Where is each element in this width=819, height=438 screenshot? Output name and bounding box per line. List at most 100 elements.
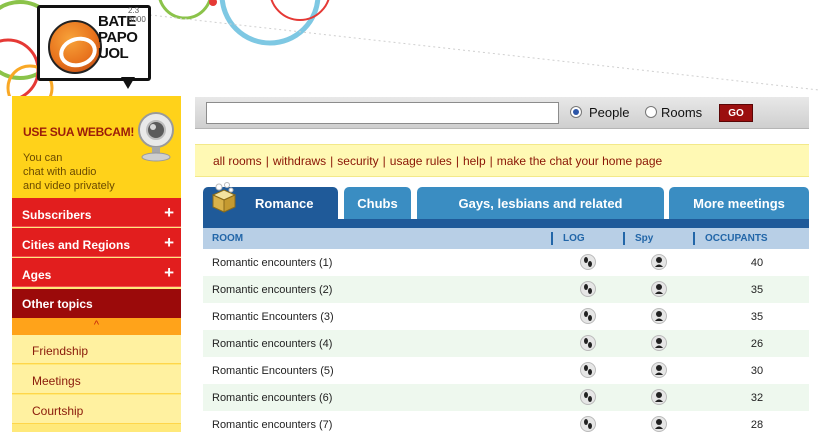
link-security[interactable]: security (337, 154, 378, 168)
spy-icon[interactable] (651, 281, 667, 297)
room-name[interactable]: Romantic encounters (2) (212, 284, 332, 296)
sidebar: USE SUA WEBCAM! You can chat with audio … (12, 96, 181, 432)
spy-icon[interactable] (651, 389, 667, 405)
table-row[interactable]: Romantic Encounters (3) 35 (203, 303, 809, 330)
tab-romance[interactable]: Romance (203, 182, 338, 220)
logo-box: BATE PAPO UOL 2.3 3000 (37, 5, 151, 81)
rooms-table-header: ROOM LOG Spy OCCUPANTS (203, 228, 809, 249)
sidebar-subitem-label: Friendship (32, 344, 89, 358)
spy-icon[interactable] (651, 335, 667, 351)
separator: | (489, 154, 493, 168)
room-name[interactable]: Romantic Encounters (3) (212, 311, 334, 323)
column-header-occupants: OCCUPANTS (705, 233, 768, 244)
sidebar-item-label: Cities and Regions (22, 238, 131, 252)
table-row[interactable]: Romantic encounters (7) 28 (203, 411, 809, 438)
occupants-count: 28 (750, 419, 764, 431)
room-name[interactable]: Romantic encounters (1) (212, 257, 332, 269)
table-row[interactable]: Romantic encounters (1) 40 (203, 249, 809, 276)
tab-label: Chubs (357, 196, 398, 211)
table-row[interactable]: Romantic encounters (2) 35 (203, 276, 809, 303)
collapse-arrow-icon[interactable]: ^ (12, 318, 181, 335)
tab-more-meetings[interactable]: More meetings (669, 187, 809, 220)
online-count: 2.3 3000 (128, 6, 146, 24)
room-name[interactable]: Romantic encounters (6) (212, 392, 332, 404)
sidebar-subitem-meetings[interactable]: Meetings (12, 365, 181, 394)
site-header: BATE PAPO UOL 2.3 3000 (0, 0, 819, 96)
sidebar-item-label: Subscribers (22, 208, 92, 222)
footprints-icon[interactable] (580, 389, 596, 405)
go-button[interactable]: GO (719, 104, 753, 122)
footprints-icon[interactable] (580, 281, 596, 297)
tab-label: Romance (255, 196, 314, 211)
column-header-room: ROOM (212, 233, 244, 244)
table-row[interactable]: Romantic Encounters (5) 30 (203, 357, 809, 384)
webcam-icon (138, 112, 174, 162)
sidebar-item-label: Ages (22, 268, 52, 282)
footprints-icon[interactable] (580, 308, 596, 324)
webcam-desc-line: You can (23, 152, 63, 164)
link-usage-rules[interactable]: usage rules (390, 154, 452, 168)
column-header-spy: Spy (635, 233, 654, 244)
tab-underline (203, 219, 809, 228)
spy-icon[interactable] (651, 254, 667, 270)
occupants-count: 32 (750, 392, 764, 404)
sidebar-item-cities-and-regions[interactable]: Cities and Regions + (12, 228, 181, 257)
search-input[interactable] (206, 102, 559, 124)
occupants-count: 26 (750, 338, 764, 350)
tab-label: Gays, lesbians and related (458, 196, 623, 211)
spy-icon[interactable] (651, 308, 667, 324)
room-name[interactable]: Romantic encounters (4) (212, 338, 332, 350)
sidebar-subitem-label: Courtship (32, 404, 84, 418)
footprints-icon[interactable] (580, 254, 596, 270)
logo-line-uol: UOL (98, 45, 129, 62)
plus-icon[interactable]: + (164, 233, 174, 253)
column-divider (693, 232, 695, 245)
webcam-description: You can chat with audio and video privat… (23, 151, 133, 193)
sidebar-subitem-friendship[interactable]: Friendship (12, 335, 181, 364)
sidebar-item-subscribers[interactable]: Subscribers + (12, 198, 181, 227)
table-row[interactable]: Romantic encounters (4) 26 (203, 330, 809, 357)
webcam-promo[interactable]: USE SUA WEBCAM! You can chat with audio … (12, 96, 181, 198)
webcam-desc-line: and video privately (23, 180, 115, 192)
sidebar-item-label: Other topics (22, 297, 93, 311)
link-make-home-page[interactable]: make the chat your home page (497, 154, 662, 168)
spy-icon[interactable] (651, 416, 667, 432)
separator: | (382, 154, 386, 168)
webcam-title: USE SUA WEBCAM! (23, 125, 135, 139)
logo-speech-tail (121, 77, 135, 89)
column-divider (551, 232, 553, 245)
footprints-icon[interactable] (580, 416, 596, 432)
search-bar: People Rooms GO (195, 97, 809, 129)
occupants-count: 30 (750, 365, 764, 377)
link-all-rooms[interactable]: all rooms (213, 154, 262, 168)
people-radio[interactable] (570, 106, 582, 118)
gift-box-icon (211, 182, 237, 213)
separator: | (330, 154, 334, 168)
room-name[interactable]: Romantic encounters (7) (212, 419, 332, 431)
plus-icon[interactable]: + (164, 263, 174, 283)
separator: | (455, 154, 459, 168)
bate-papo-uol-logo[interactable]: BATE PAPO UOL 2.3 3000 (37, 5, 153, 89)
room-name[interactable]: Romantic Encounters (5) (212, 365, 334, 377)
rooms-radio-label[interactable]: Rooms (661, 105, 702, 120)
table-row[interactable]: Romantic encounters (6) 32 (203, 384, 809, 411)
footprints-icon[interactable] (580, 335, 596, 351)
footprints-icon[interactable] (580, 362, 596, 378)
column-header-log: LOG (563, 233, 585, 244)
link-help[interactable]: help (463, 154, 486, 168)
occupants-count: 40 (750, 257, 764, 269)
occupants-count: 35 (750, 284, 764, 296)
tab-chubs[interactable]: Chubs (344, 187, 411, 220)
rooms-radio[interactable] (645, 106, 657, 118)
webcam-desc-line: chat with audio (23, 166, 97, 178)
sidebar-item-ages[interactable]: Ages + (12, 258, 181, 287)
plus-icon[interactable]: + (164, 203, 174, 223)
logo-ball-icon (48, 20, 102, 74)
people-radio-label[interactable]: People (589, 105, 629, 120)
tab-label: More meetings (693, 196, 785, 211)
tab-gays-lesbians[interactable]: Gays, lesbians and related (417, 187, 664, 220)
spy-icon[interactable] (651, 362, 667, 378)
sidebar-subitem-courtship[interactable]: Courtship (12, 395, 181, 424)
sidebar-item-other-topics[interactable]: Other topics (12, 289, 181, 318)
link-withdraws[interactable]: withdraws (273, 154, 326, 168)
